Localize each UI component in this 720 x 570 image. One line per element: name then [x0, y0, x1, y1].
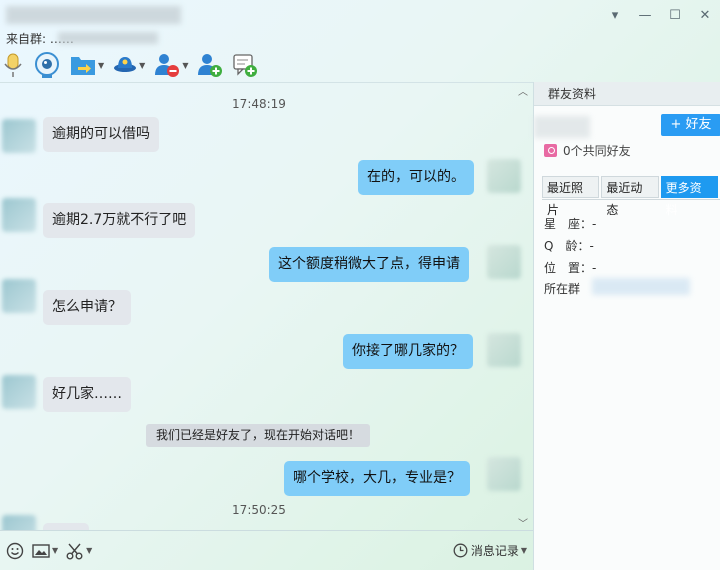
- avatar[interactable]: [2, 198, 36, 232]
- tab-recent-photos[interactable]: 最近照片: [542, 176, 600, 217]
- clock-icon: [453, 543, 468, 558]
- message-incoming: 怎么申请？: [43, 290, 131, 325]
- input-toolbar: ▼ ▼ 消息记录 ▼: [0, 530, 533, 570]
- avatar[interactable]: [2, 375, 36, 409]
- chevron-down-icon[interactable]: ▼: [139, 61, 145, 70]
- avatar[interactable]: [2, 279, 36, 313]
- system-notice: 我们已经是好友了，现在开始对话吧！: [146, 424, 371, 447]
- message-incoming: [43, 523, 89, 530]
- member-profile-panel: 群友资料 + 好友 0个共同好友 最近照片 最近动态 更多资料 星 座：- Q …: [533, 82, 720, 570]
- chat-toolbar: ▼ ▼ ▼: [0, 48, 720, 82]
- scissors-icon: [66, 543, 83, 559]
- new-message-icon: [233, 54, 258, 77]
- maximize-button[interactable]: ☐: [660, 0, 690, 30]
- emoji-button[interactable]: [6, 536, 24, 566]
- redacted-chat-name: [6, 6, 181, 24]
- message-outgoing: 这个额度稍微大了点，得申请: [269, 247, 469, 282]
- remove-member-icon: [155, 54, 180, 77]
- message-incoming: 好几家……: [43, 377, 131, 412]
- minimize-button[interactable]: —: [630, 0, 660, 30]
- redacted-group-name: [58, 32, 158, 44]
- window-controls: ▾ — ☐ ✕: [600, 0, 720, 30]
- profile-tabs: 最近照片 最近动态 更多资料: [542, 176, 720, 217]
- add-member-icon: [198, 54, 223, 77]
- redacted-member-avatar: [534, 116, 590, 138]
- avatar[interactable]: [487, 245, 521, 279]
- location-field: 位 置：-: [544, 261, 597, 275]
- dropdown-menu-icon[interactable]: ▾: [600, 0, 630, 30]
- remote-assist-button[interactable]: ▼: [113, 50, 145, 80]
- voice-call-button[interactable]: [2, 50, 24, 80]
- message-history-label: 消息记录: [470, 544, 519, 558]
- message-history-button[interactable]: 消息记录 ▼: [453, 542, 527, 559]
- microphone-icon: [4, 53, 22, 77]
- message-outgoing: 你接了哪几家的？: [343, 334, 473, 369]
- timestamp: 17:48:19: [232, 97, 286, 111]
- group-field: 所在群: [544, 282, 581, 296]
- message-incoming: 逾期的可以借吗: [43, 117, 159, 152]
- chevron-down-icon[interactable]: ▼: [98, 61, 104, 70]
- constellation-field: 星 座：-: [544, 217, 597, 231]
- timestamp: 17:50:25: [232, 503, 286, 517]
- chevron-down-icon[interactable]: ▼: [86, 546, 92, 555]
- emoji-icon: [6, 542, 24, 559]
- video-camera-icon: [35, 52, 59, 78]
- transfer-file-icon: [71, 57, 95, 75]
- close-button[interactable]: ✕: [690, 0, 720, 30]
- remove-member-button[interactable]: ▼: [154, 50, 188, 80]
- video-call-button[interactable]: [33, 50, 61, 80]
- remote-assist-icon: [114, 57, 137, 72]
- scroll-up-icon[interactable]: ︿: [518, 83, 528, 98]
- mutual-friends-icon: [544, 144, 557, 157]
- mutual-friends[interactable]: 0个共同好友: [544, 142, 631, 159]
- title-bar: ▾ — ☐ ✕: [0, 0, 720, 30]
- tab-recent-activity[interactable]: 最近动态: [601, 176, 659, 217]
- image-icon: [32, 543, 50, 558]
- send-image-button[interactable]: ▼: [32, 536, 58, 566]
- add-member-button[interactable]: [197, 50, 223, 80]
- redacted-group-value: [592, 278, 690, 295]
- message-outgoing: 在的，可以的。: [358, 160, 474, 195]
- q-age-field: Q 龄：-: [544, 239, 594, 253]
- panel-header: 群友资料: [534, 82, 720, 106]
- new-message-button[interactable]: [232, 50, 258, 80]
- chevron-down-icon[interactable]: ▼: [52, 546, 58, 555]
- add-friend-button[interactable]: + 好友: [661, 114, 720, 136]
- message-incoming: 逾期2.7万就不行了吧: [43, 203, 196, 238]
- avatar[interactable]: [487, 333, 521, 367]
- avatar[interactable]: [487, 159, 521, 193]
- divider: [542, 199, 720, 200]
- message-outgoing: 哪个学校，大几，专业是？: [284, 461, 470, 496]
- chevron-down-icon[interactable]: ▼: [521, 546, 527, 555]
- tab-more-info[interactable]: 更多资料: [660, 176, 718, 217]
- transfer-file-button[interactable]: ▼: [70, 50, 104, 80]
- avatar[interactable]: [2, 515, 36, 530]
- mutual-friends-label: 0个共同好友: [563, 144, 631, 158]
- chevron-down-icon[interactable]: ▼: [182, 61, 188, 70]
- avatar[interactable]: [487, 457, 521, 491]
- screenshot-button[interactable]: ▼: [66, 536, 92, 566]
- avatar[interactable]: [2, 119, 36, 153]
- chat-history[interactable]: ︿ 17:48:19 逾期的可以借吗 在的，可以的。 逾期2.7万就不行了吧 这…: [0, 82, 533, 530]
- scroll-down-icon[interactable]: ﹀: [518, 515, 528, 530]
